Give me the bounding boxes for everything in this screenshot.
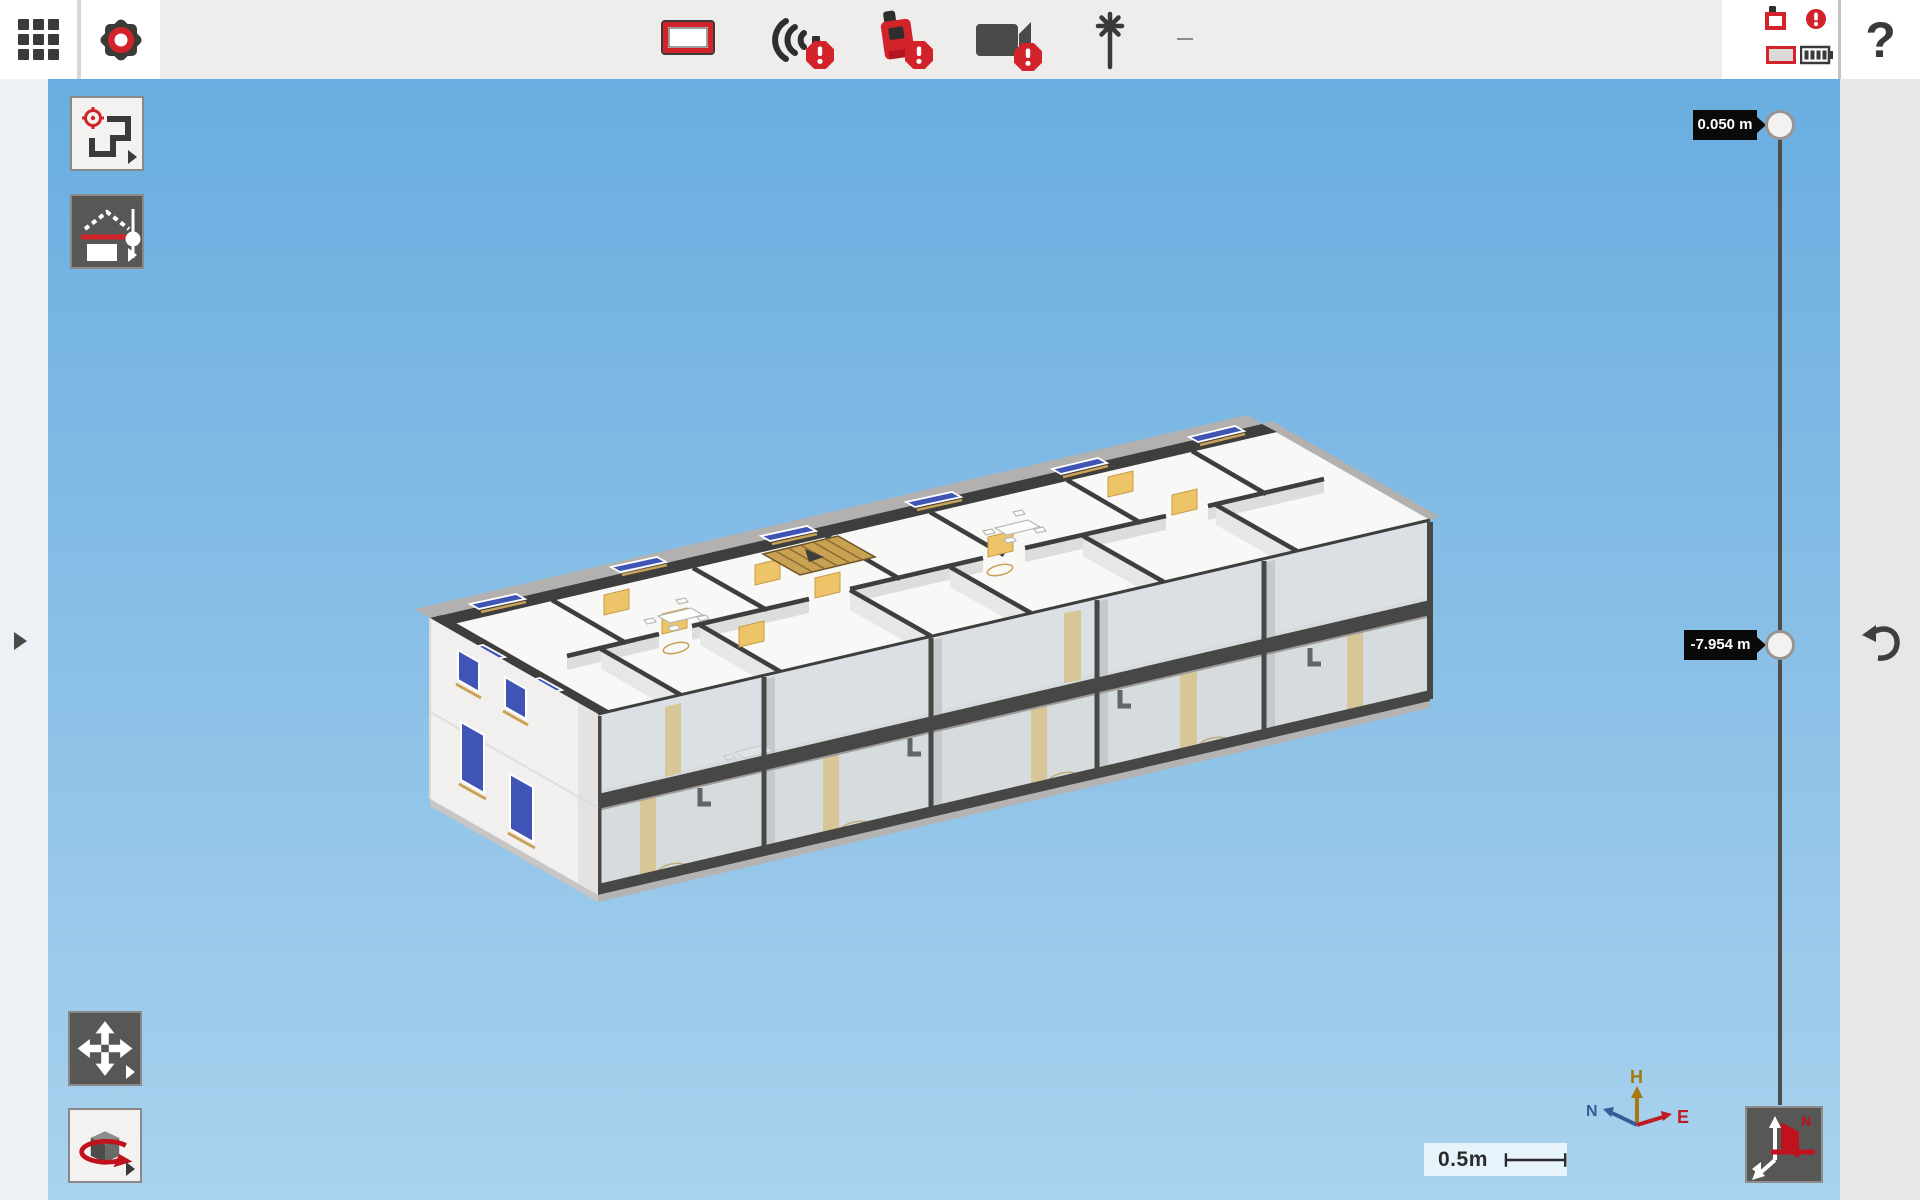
building-model[interactable]	[0, 0, 1920, 1200]
camera-icon	[975, 8, 1047, 74]
scale-ruler-icon	[1504, 1151, 1567, 1169]
scale-label: 0.5m	[1438, 1148, 1488, 1172]
display-frame-icon	[661, 20, 715, 55]
nav-compass-button[interactable]: N	[1745, 1106, 1823, 1183]
disto-status-button[interactable]	[872, 6, 938, 72]
settings-gear-icon	[96, 15, 146, 65]
axis-h-label: H	[1630, 1067, 1643, 1087]
placeholder-dash-icon	[1177, 38, 1193, 40]
prism-pole-icon	[1093, 10, 1127, 70]
prism-pole-button[interactable]	[1093, 10, 1127, 70]
battery-full-icon	[1800, 44, 1834, 66]
expand-options-icon	[126, 1065, 135, 1079]
elevation-slider-upper-handle[interactable]	[1765, 110, 1795, 140]
floor-section-tool-button[interactable]	[70, 194, 144, 269]
nav-north-label: N	[1801, 1113, 1811, 1129]
camera-status-button[interactable]	[975, 8, 1047, 74]
wifi-status-button[interactable]	[768, 8, 838, 70]
help-label: ?	[1865, 11, 1896, 69]
elevation-slider-current-handle[interactable]	[1765, 630, 1795, 660]
axis-n-label: N	[1586, 1103, 1598, 1120]
battery-empty-red-icon	[1766, 46, 1796, 64]
elevation-max-label: 0.050 m	[1693, 110, 1757, 140]
settings-button[interactable]	[81, 0, 160, 79]
apps-grid-icon	[18, 19, 60, 61]
expand-options-icon	[128, 150, 137, 164]
device-status-panel[interactable]	[1722, 0, 1838, 79]
error-badge-icon	[905, 41, 933, 69]
expand-options-icon	[126, 1162, 135, 1176]
help-button[interactable]: ?	[1841, 0, 1920, 79]
error-badge-icon	[806, 41, 834, 69]
elevation-slider-track[interactable]	[1778, 125, 1782, 1105]
axis-e-label: E	[1677, 1107, 1689, 1127]
error-badge-icon	[1014, 43, 1042, 71]
elevation-current-label: -7.954 m	[1684, 630, 1757, 660]
undo-arrow-icon	[1860, 618, 1904, 666]
undo-button[interactable]	[1860, 618, 1904, 666]
top-toolbar: ?	[0, 0, 1920, 79]
expand-options-icon	[1752, 1162, 1761, 1176]
measure-polyline-tool-button[interactable]	[70, 96, 144, 171]
apps-menu-button[interactable]	[0, 0, 77, 79]
disto-device-icon	[872, 6, 938, 72]
scale-indicator: 0.5m	[1424, 1143, 1567, 1176]
error-circle-icon	[1805, 8, 1827, 30]
axis-indicator: H N E	[1580, 1055, 1700, 1139]
panel-expand-arrow-icon[interactable]	[14, 632, 27, 650]
orbit-tool-button[interactable]	[68, 1108, 142, 1183]
expand-options-icon	[128, 248, 137, 262]
display-frame-button[interactable]	[660, 19, 716, 56]
disto-mini-icon	[1764, 6, 1790, 32]
pan-tool-button[interactable]	[68, 1011, 142, 1086]
wifi-icon	[768, 8, 838, 70]
